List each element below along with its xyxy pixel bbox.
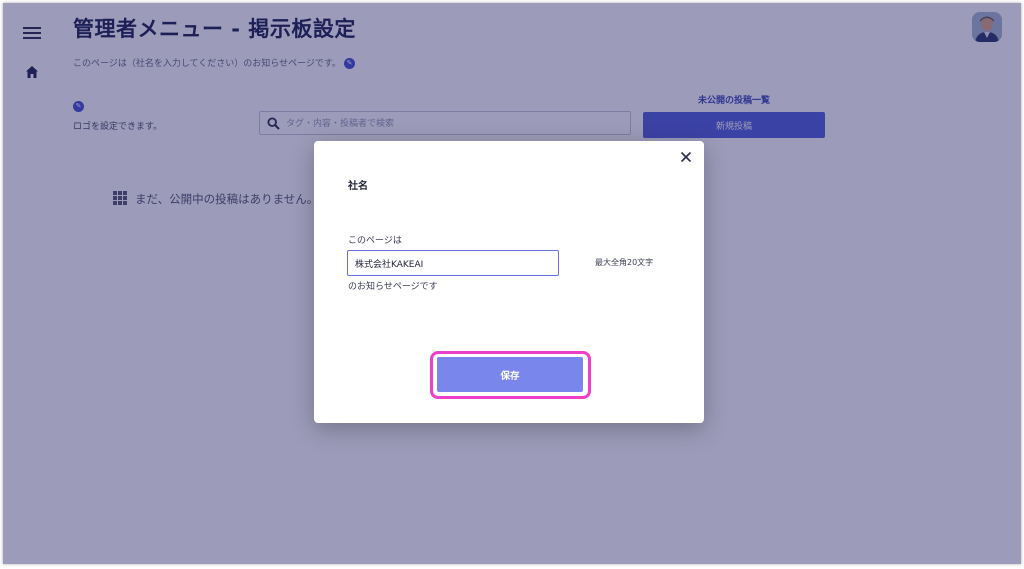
save-button[interactable]: 保存 xyxy=(437,357,583,392)
company-name-input[interactable] xyxy=(347,250,559,276)
field-suffix-label: のお知らせページです xyxy=(348,282,438,292)
close-icon[interactable] xyxy=(678,149,694,165)
company-name-modal: 社名 このページは 最大全角20文字 のお知らせページです 保存 xyxy=(314,141,704,423)
char-limit-hint: 最大全角20文字 xyxy=(595,258,654,267)
modal-title: 社名 xyxy=(348,181,368,192)
app-window: 管理者メニュー - 掲示板設定 このページは（社名を入力してください）のお知らせ… xyxy=(3,3,1021,564)
field-prefix-label: このページは xyxy=(348,236,402,246)
